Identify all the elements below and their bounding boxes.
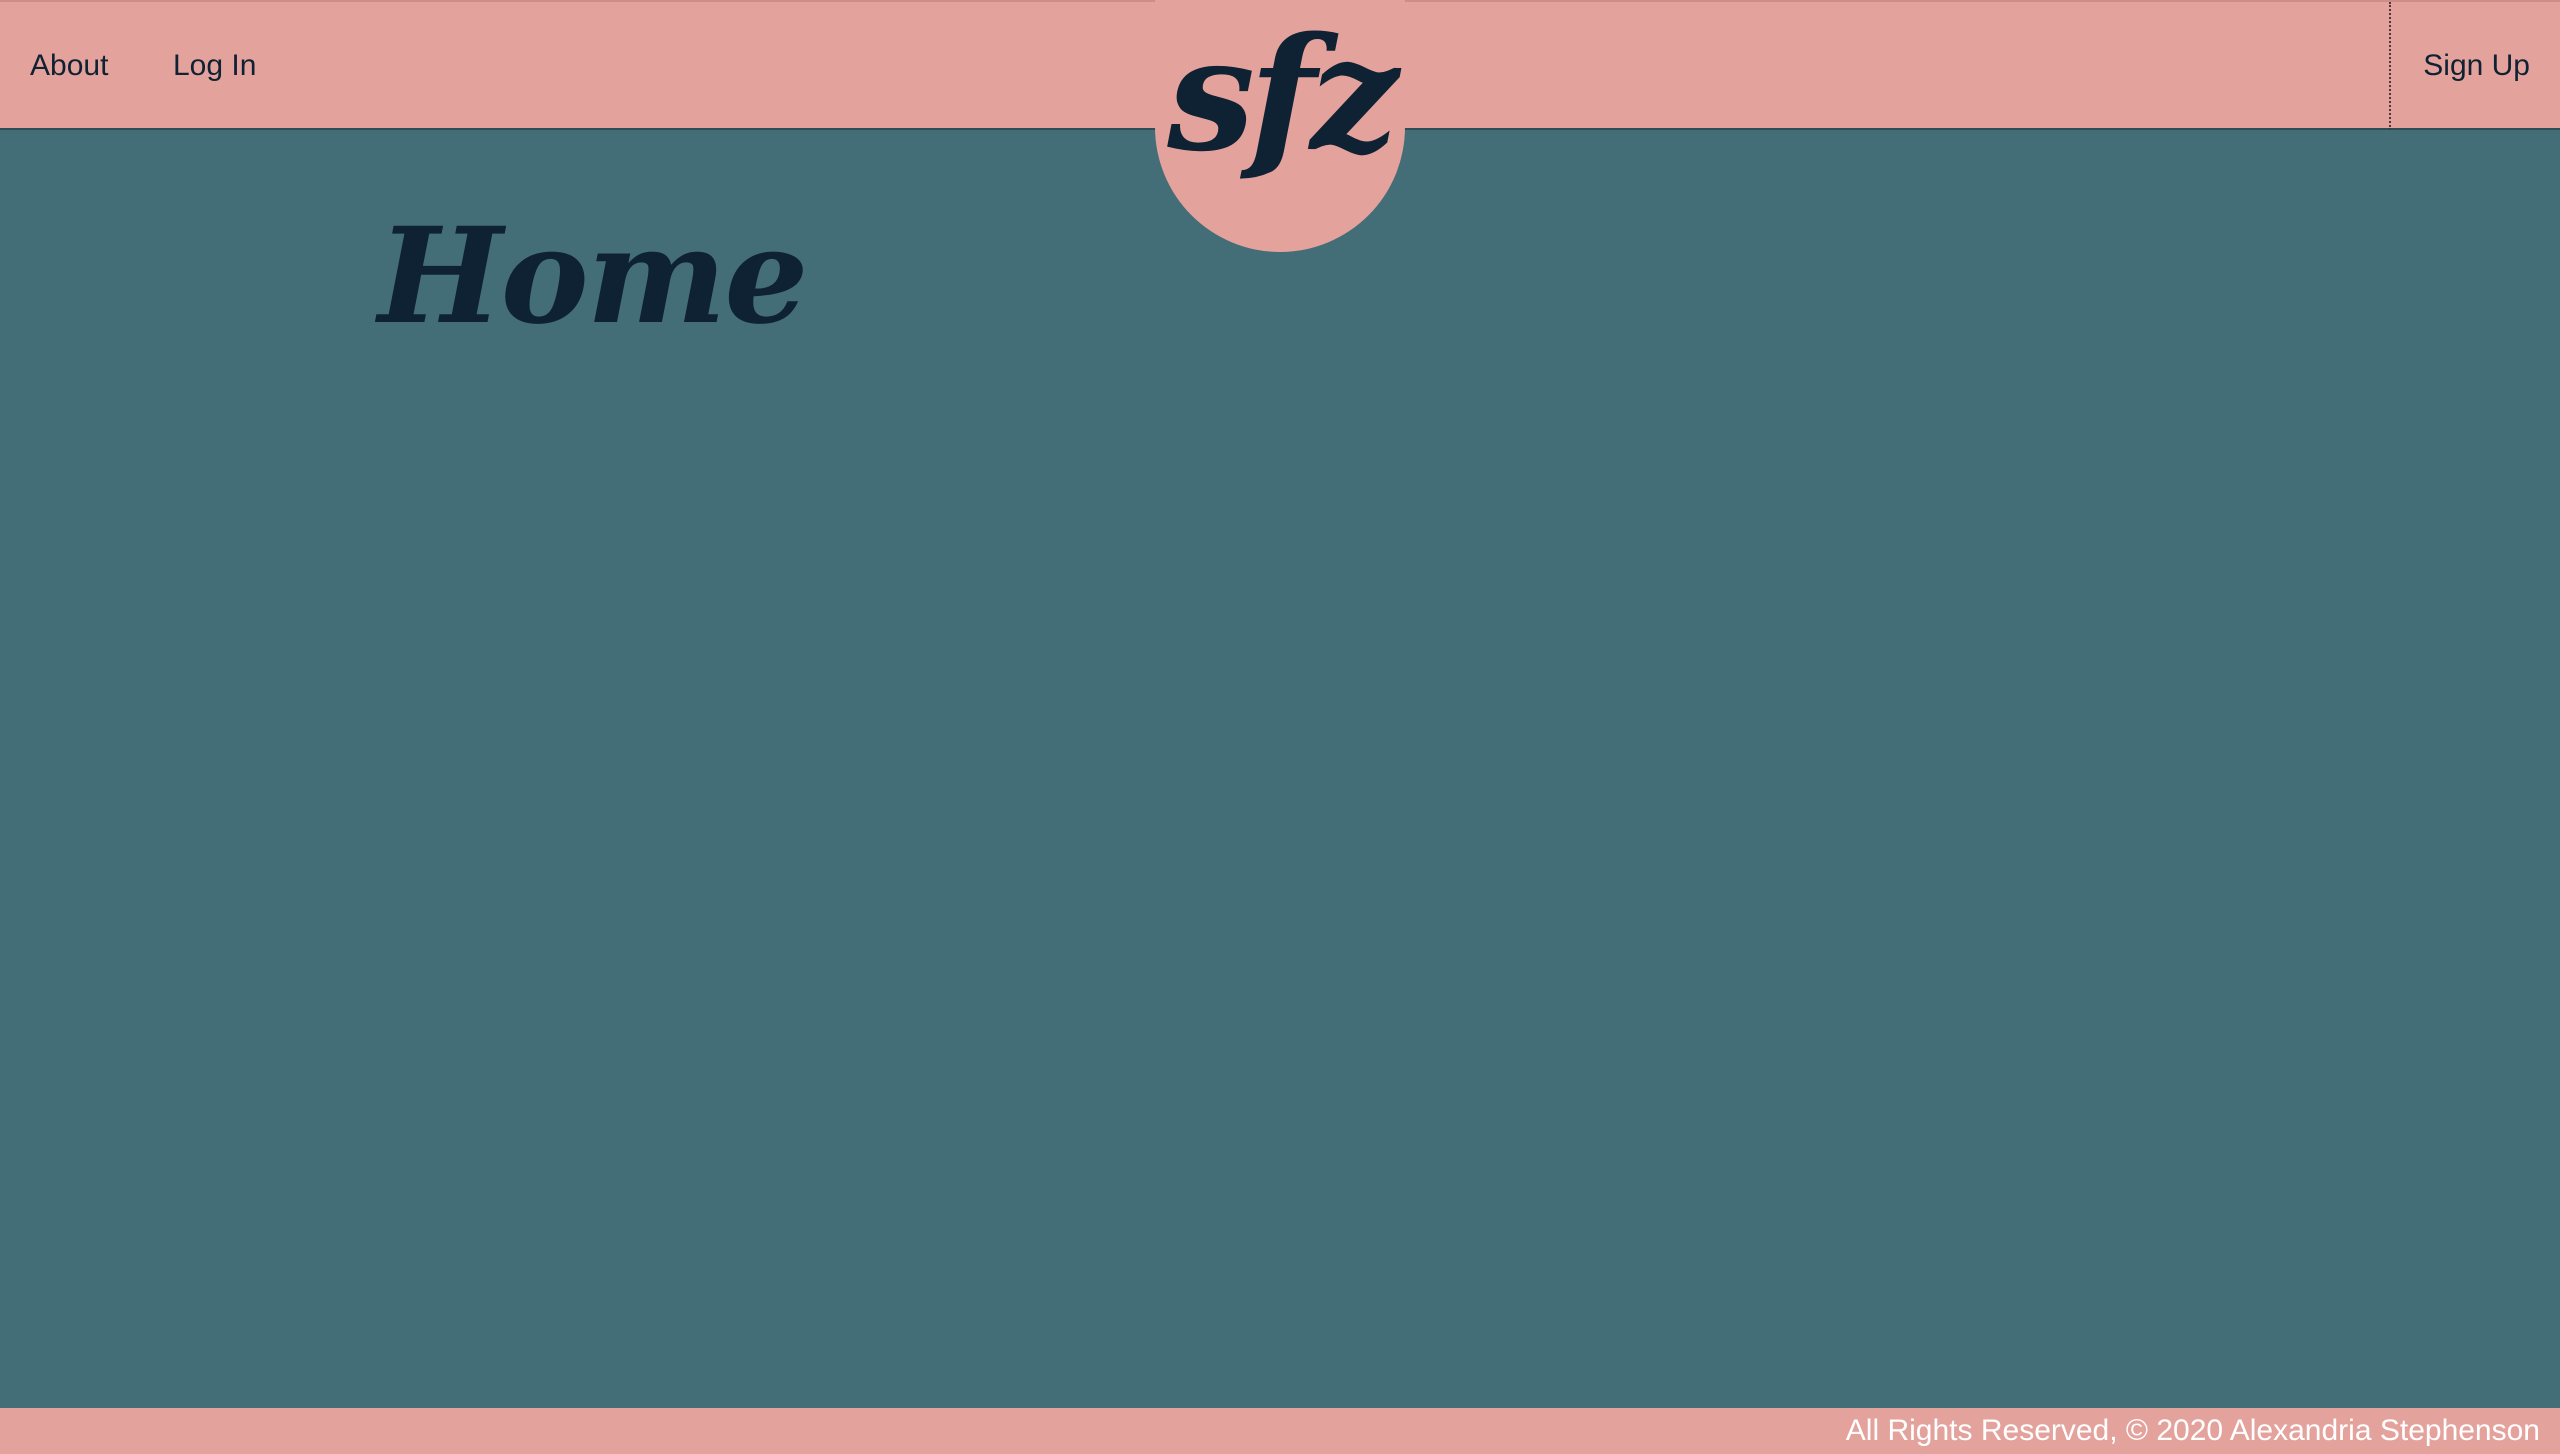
logo-text: sfz: [1167, 3, 1399, 186]
signup-container: Sign Up: [2389, 2, 2560, 130]
nav-signup-link[interactable]: Sign Up: [2423, 46, 2530, 86]
page-title: Home: [378, 199, 808, 354]
nav-about-link[interactable]: About: [30, 46, 108, 86]
sfz-logo[interactable]: sfz: [1155, 0, 1405, 252]
nav-login-link[interactable]: Log In: [173, 46, 256, 86]
footer-copyright: All Rights Reserved, © 2020 Alexandria S…: [1845, 1414, 2540, 1447]
footer: All Rights Reserved, © 2020 Alexandria S…: [0, 1408, 2560, 1454]
page: About Log In Sign Up sfz Home All Rights…: [0, 0, 2560, 1454]
